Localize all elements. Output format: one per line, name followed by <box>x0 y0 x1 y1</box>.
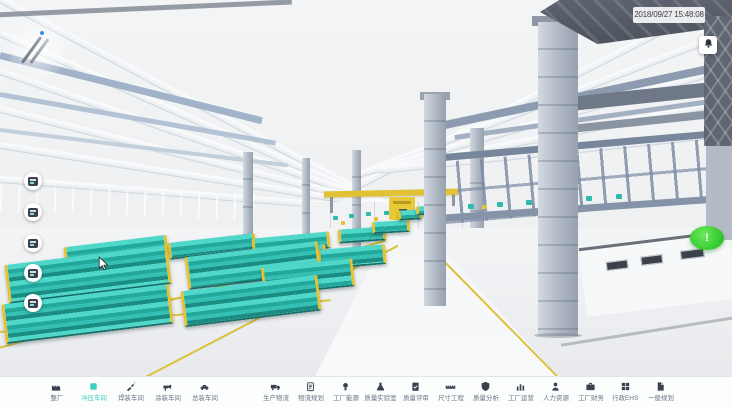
welding-icon <box>125 381 136 392</box>
far-equipment <box>341 221 345 225</box>
toolbar-item-label: 工厂财务 <box>578 393 604 402</box>
compass-dot <box>40 31 44 35</box>
rack-item <box>482 205 487 209</box>
toolbar-item-whole-plant[interactable]: 整厂 <box>38 381 75 403</box>
toolbar-item-admin-ehs[interactable]: 行政EHS <box>608 381 643 403</box>
toolbar-item-paint-shop[interactable]: 涂装车间 <box>149 381 186 403</box>
bottom-toolbar: 整厂 冲压车间 焊装车间 涂装车间 总装车间 生产物流 物流规划 <box>0 376 732 407</box>
bell-icon <box>703 36 714 54</box>
panel-toggle-button[interactable] <box>24 203 42 221</box>
rack-item <box>526 200 532 205</box>
flask-icon <box>375 381 386 392</box>
3d-viewport[interactable]: ! <box>0 0 732 407</box>
steel-column <box>538 22 578 336</box>
doc-check-icon <box>410 381 421 392</box>
toolbar-item-factory-energy[interactable]: 工厂能源 <box>328 381 363 403</box>
toolbar-item-label: 整厂 <box>50 393 63 402</box>
user-bell-button[interactable] <box>699 36 717 54</box>
toolbar-item-label: 工厂能源 <box>333 393 359 402</box>
rack-item <box>586 196 592 201</box>
toolbar-item-factory-operations[interactable]: 工厂运营 <box>503 381 538 403</box>
document-icon <box>655 381 666 392</box>
toolbar-item-production-logistics[interactable]: 生产物流 <box>258 381 293 403</box>
chart-icon <box>515 381 526 392</box>
far-equipment <box>349 214 354 218</box>
die-stack <box>372 220 411 234</box>
ruler-icon <box>445 381 456 392</box>
briefcase-icon <box>585 381 596 392</box>
rack-item <box>616 194 622 199</box>
cabin-window <box>640 254 663 266</box>
toolbar-item-quality-review[interactable]: 质量评审 <box>398 381 433 403</box>
cabin-window <box>680 248 705 260</box>
assembly-icon <box>199 381 210 392</box>
column-base-shadow <box>534 333 582 338</box>
toolbar-item-label: 一般规划 <box>648 393 674 402</box>
toolbar-item-label: 质量评审 <box>403 393 429 402</box>
toolbar-item-label: 行政EHS <box>612 393 638 402</box>
toolbar-item-general-planning[interactable]: 一般规划 <box>643 381 678 403</box>
rack-item <box>497 202 503 207</box>
far-equipment <box>333 216 338 220</box>
dashboard-icon <box>28 299 38 308</box>
toolbar-item-human-resources[interactable]: 人力资源 <box>538 381 573 403</box>
toolbar-item-label: 质量分析 <box>473 393 499 402</box>
truck-icon <box>270 381 281 392</box>
toolbar-item-quality-lab[interactable]: 质量实验室 <box>363 381 398 403</box>
dashboard-icon <box>28 239 38 248</box>
toolbar-item-quality-analysis[interactable]: 质量分析 <box>468 381 503 403</box>
function-tabs: 生产物流 物流规划 工厂能源 质量实验室 质量评审 尺寸工程 质量分析 工厂运 <box>258 381 678 403</box>
clipboard-icon <box>305 381 316 392</box>
dashboard-icon <box>28 177 38 186</box>
toolbar-item-label: 冲压车间 <box>81 393 107 402</box>
far-equipment <box>374 217 378 221</box>
toolbar-item-label: 涂装车间 <box>155 393 181 402</box>
toolbar-item-label: 总装车间 <box>192 393 218 402</box>
toolbar-item-stamping-shop[interactable]: 冲压车间 <box>75 381 112 403</box>
toolbar-item-label: 人力资源 <box>543 393 569 402</box>
person-icon <box>550 381 561 392</box>
toolbar-item-label: 焊装车间 <box>118 393 144 402</box>
toolbar-item-dimensional-engineering[interactable]: 尺寸工程 <box>433 381 468 403</box>
far-equipment <box>384 211 389 215</box>
toolbar-item-factory-finance[interactable]: 工厂财务 <box>573 381 608 403</box>
far-equipment <box>366 212 371 216</box>
dashboard-icon <box>28 269 38 278</box>
dashboard-icon <box>28 208 38 217</box>
cabin-window <box>606 259 629 271</box>
toolbar-item-label: 尺寸工程 <box>438 393 464 402</box>
shield-icon <box>480 381 491 392</box>
steel-column <box>424 94 446 306</box>
toolbar-item-label: 质量实验室 <box>364 393 396 402</box>
toolbar-item-welding-shop[interactable]: 焊装车间 <box>112 381 149 403</box>
panel-toggle-button[interactable] <box>24 234 42 252</box>
toolbar-item-label: 生产物流 <box>263 393 289 402</box>
factory-icon <box>51 381 62 392</box>
rack-item <box>468 204 474 209</box>
workshop-tabs: 整厂 冲压车间 焊装车间 涂装车间 总装车间 <box>38 381 223 403</box>
compass-glow <box>6 16 70 80</box>
paint-icon <box>162 381 173 392</box>
panel-toggle-button[interactable] <box>24 264 42 282</box>
crane-post <box>330 196 333 213</box>
alert-marker[interactable]: ! <box>690 226 724 250</box>
bulb-icon <box>340 381 351 392</box>
alert-marker-label: ! <box>705 232 709 244</box>
ceiling-edge-beam <box>0 0 292 18</box>
grid-icon <box>620 381 631 392</box>
toolbar-item-label: 工厂运营 <box>508 393 534 402</box>
toolbar-item-label: 物流规划 <box>298 393 324 402</box>
stamping-icon <box>88 381 99 392</box>
toolbar-item-logistics-planning[interactable]: 物流规划 <box>293 381 328 403</box>
panel-toggle-button[interactable] <box>24 294 42 312</box>
toolbar-item-assembly-shop[interactable]: 总装车间 <box>186 381 223 403</box>
panel-toggle-button[interactable] <box>24 172 42 190</box>
timestamp: 2018/09/27 15:48:08 <box>633 7 705 23</box>
